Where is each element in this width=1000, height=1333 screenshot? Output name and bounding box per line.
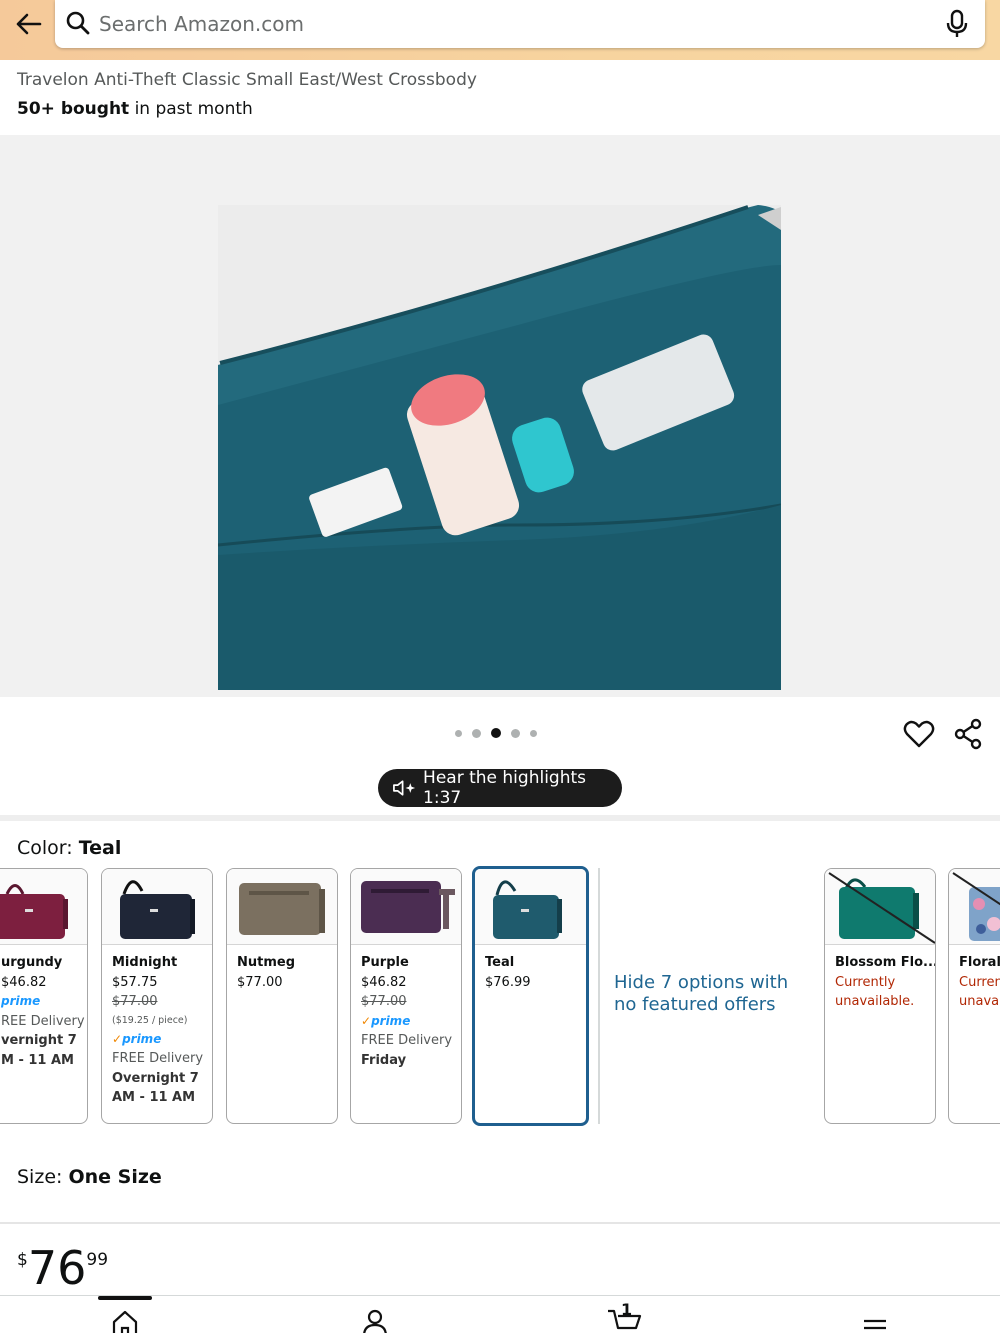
swatch-thumbnail — [102, 869, 212, 945]
color-swatch-floral[interactable]: Floral Curren unavai — [948, 868, 1000, 1124]
swatch-delivery-window: M - 11 AM — [1, 1052, 74, 1068]
swatch-name: urgundy — [1, 955, 63, 970]
product-title[interactable]: Travelon Anti-Theft Classic Small East/W… — [17, 70, 477, 90]
swatch-thumbnail — [351, 869, 461, 945]
active-tab-indicator — [98, 1296, 152, 1300]
carousel-dot[interactable] — [530, 729, 537, 737]
color-label: Color: Teal — [17, 837, 121, 859]
swatch-status: Curren — [959, 974, 1000, 990]
top-header — [0, 0, 1000, 60]
color-swatch-purple[interactable]: Purple $46.82 $77.00 ✓prime FREE Deliver… — [350, 868, 462, 1124]
carousel-dot-active[interactable] — [491, 728, 501, 738]
share-icon[interactable] — [953, 718, 983, 750]
swatch-delivery: FREE Delivery — [112, 1051, 204, 1066]
swatch-thumbnail — [0, 869, 87, 945]
color-swatch-nutmeg[interactable]: Nutmeg $77.00 — [226, 868, 338, 1124]
color-swatch-burgundy[interactable]: urgundy $46.82 prime REE Delivery vernig… — [0, 868, 88, 1124]
search-input[interactable] — [99, 8, 919, 40]
hide-options-link[interactable]: Hide 7 options with no featured offers — [614, 972, 794, 1016]
hear-highlights-label: Hear the highlights 1:37 — [423, 768, 586, 808]
price-fraction: 99 — [86, 1250, 109, 1270]
hide-options-section: Hide 7 options with no featured offers — [598, 868, 794, 1124]
carousel-dot[interactable] — [511, 728, 520, 738]
section-divider — [0, 1222, 1000, 1224]
microphone-icon[interactable] — [943, 9, 971, 39]
back-button[interactable] — [10, 6, 46, 42]
swatch-status-detail: unavailable. — [835, 994, 915, 1009]
prime-label: prime — [122, 1031, 162, 1046]
swatch-thumbnail — [475, 869, 586, 945]
swatch-status: Currently — [835, 974, 896, 990]
home-icon[interactable] — [110, 1308, 140, 1333]
swatch-name: Teal — [485, 955, 515, 970]
size-label-text: Size: — [17, 1166, 69, 1188]
swatch-price: $57.75 — [112, 974, 158, 990]
swatch-list-price: $77.00 — [361, 994, 407, 1009]
color-swatch-teal-selected[interactable]: Teal $76.99 — [472, 866, 589, 1126]
carousel-dots — [455, 728, 537, 738]
product-image-carousel[interactable] — [0, 135, 1000, 697]
swatch-name: Midnight — [112, 955, 178, 970]
prime-badge: ✓prime — [361, 1013, 411, 1028]
size-label: Size: One Size — [17, 1166, 162, 1188]
price-currency: $ — [17, 1250, 28, 1270]
swatch-unit-price: ($19.25 / piece) — [112, 1014, 188, 1026]
swatch-price: $46.82 — [361, 974, 407, 990]
speaker-sparkle-icon — [393, 780, 416, 796]
swatch-delivery-window: AM - 11 AM — [112, 1090, 196, 1105]
product-photo[interactable] — [218, 205, 781, 690]
swatch-thumbnail — [949, 869, 1000, 945]
bought-count-rest: in past month — [129, 99, 253, 119]
color-swatch-blossom-floral[interactable]: Blossom Flo... Currently unavailable. — [824, 868, 936, 1124]
swatch-delivery-time: vernight 7 — [1, 1033, 77, 1048]
swatch-price: $76.99 — [485, 974, 531, 990]
back-arrow-icon — [16, 13, 42, 35]
swatch-list-price: $77.00 — [112, 994, 158, 1009]
swatch-name: Purple — [361, 955, 409, 970]
color-value: Teal — [78, 837, 122, 859]
swatch-status-detail: unavai — [959, 994, 1000, 1009]
prime-badge: ✓prime — [112, 1031, 162, 1046]
prime-label: prime — [371, 1013, 411, 1028]
carousel-dot[interactable] — [455, 729, 462, 737]
search-icon — [66, 11, 90, 35]
search-bar[interactable] — [55, 0, 985, 48]
swatch-thumbnail — [227, 869, 337, 945]
swatch-name: Blossom Flo... — [835, 955, 936, 970]
swatch-delivery: REE Delivery — [1, 1013, 85, 1029]
price-whole: 76 — [27, 1241, 87, 1295]
swatch-name: Floral — [959, 955, 1000, 970]
hear-highlights-button[interactable]: Hear the highlights 1:37 — [378, 768, 622, 808]
swatch-delivery: FREE Delivery — [361, 1033, 453, 1048]
section-divider — [0, 815, 1000, 821]
bought-count-bold: 50+ bought — [17, 99, 130, 119]
swatch-price: $77.00 — [237, 974, 283, 990]
swatch-name: Nutmeg — [237, 955, 296, 970]
product-price: $ 76 99 — [17, 1240, 108, 1296]
size-value: One Size — [68, 1166, 162, 1188]
swatch-delivery-time: Friday — [361, 1052, 407, 1068]
prime-badge: prime — [1, 994, 41, 1008]
carousel-dot[interactable] — [472, 728, 481, 738]
color-swatch-midnight[interactable]: Midnight $57.75 $77.00 ($19.25 / piece) … — [101, 868, 213, 1124]
bottom-navigation: 1 — [0, 1295, 1000, 1333]
swatch-delivery-time: Overnight 7 — [112, 1070, 199, 1086]
menu-icon[interactable] — [860, 1308, 890, 1333]
cart-button[interactable]: 1 — [606, 1300, 646, 1333]
swatch-thumbnail — [825, 869, 935, 945]
heart-icon[interactable] — [903, 718, 935, 750]
cart-count: 1 — [621, 1300, 633, 1319]
swatch-price: $46.82 — [1, 974, 47, 990]
color-label-text: Color: — [17, 837, 79, 859]
bought-count: 50+ bought in past month — [17, 99, 253, 119]
swatch-price-value: 46.82 — [9, 974, 47, 990]
account-icon[interactable] — [360, 1308, 390, 1333]
